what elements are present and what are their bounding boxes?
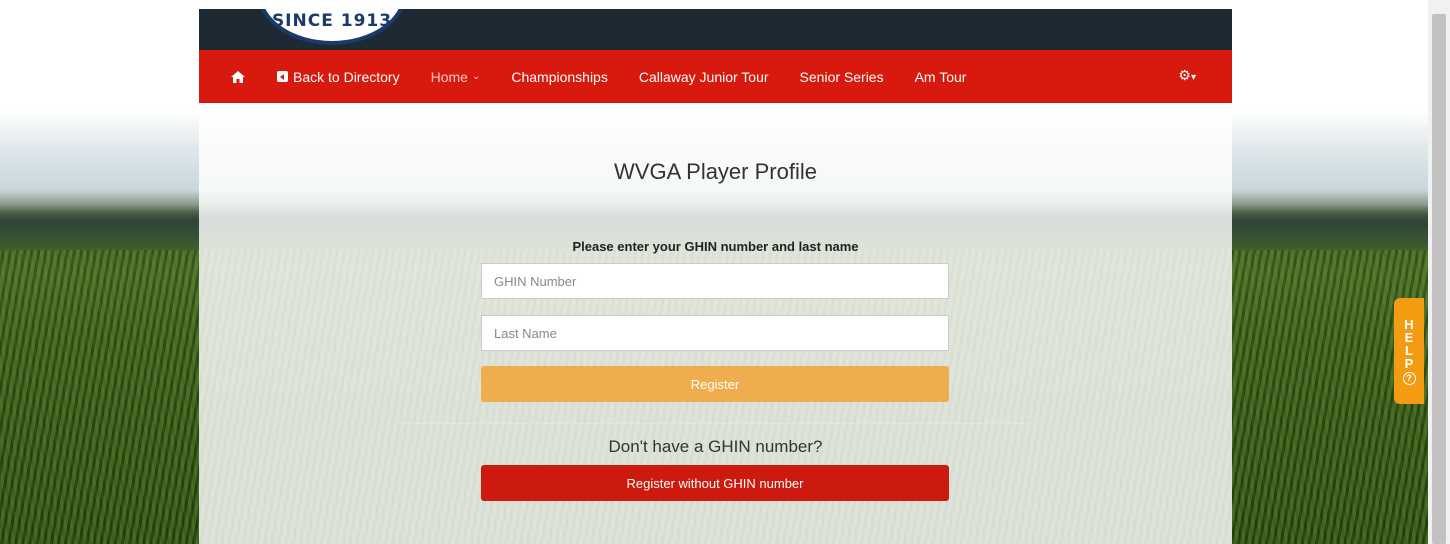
register-button[interactable]: Register bbox=[481, 366, 949, 402]
help-letter: L bbox=[1405, 342, 1413, 358]
home-icon-glyph bbox=[231, 70, 245, 83]
nav-championships-label: Championships bbox=[511, 68, 608, 85]
last-name-input[interactable] bbox=[481, 315, 949, 351]
nav-callaway-junior-tour-label: Callaway Junior Tour bbox=[638, 68, 769, 85]
back-square-icon bbox=[277, 71, 288, 82]
form-instructions: Please enter your GHIN number and last n… bbox=[572, 239, 859, 254]
header-bar: SINCE 1913 bbox=[199, 9, 1232, 50]
nav-home-dropdown[interactable]: Home ⌄ bbox=[431, 69, 481, 85]
nav-back-to-directory-label: Back to Directory bbox=[293, 68, 400, 85]
gears-icon: ⚙ bbox=[1178, 67, 1191, 83]
nav-am-tour[interactable]: Am Tour bbox=[915, 69, 967, 85]
navbar: Back to Directory Home ⌄ Championships C… bbox=[199, 50, 1232, 103]
caret-down-icon: ▾ bbox=[1190, 72, 1196, 83]
main-container: SINCE 1913 Back to Directory Home ⌄ Cham… bbox=[199, 9, 1232, 544]
logo-text: SINCE 1913 bbox=[271, 11, 393, 31]
nav-senior-series[interactable]: Senior Series bbox=[800, 69, 884, 85]
nav-senior-series-label: Senior Series bbox=[799, 68, 884, 85]
help-tab[interactable]: H E L P ? bbox=[1394, 298, 1424, 404]
help-letter: P bbox=[1404, 355, 1414, 371]
page-title: WVGA Player Profile bbox=[614, 159, 817, 184]
register-without-ghin-button[interactable]: Register without GHIN number bbox=[481, 465, 949, 501]
chevron-down-icon: ⌄ bbox=[471, 71, 481, 82]
help-letter: H bbox=[1404, 316, 1414, 332]
divider bbox=[397, 423, 1031, 424]
ghin-number-input[interactable] bbox=[481, 263, 949, 299]
nav-back-to-directory[interactable]: Back to Directory bbox=[277, 69, 400, 85]
question-circle-icon: ? bbox=[1402, 371, 1416, 385]
nav-championships[interactable]: Championships bbox=[511, 69, 608, 85]
profile-panel: WVGA Player Profile Please enter your GH… bbox=[199, 103, 1232, 544]
nav-home-label: Home bbox=[430, 68, 468, 85]
scrollbar-thumb[interactable] bbox=[1432, 14, 1446, 544]
nav-am-tour-label: Am Tour bbox=[914, 68, 967, 85]
logo[interactable]: SINCE 1913 bbox=[257, 9, 407, 45]
settings-dropdown[interactable]: ⚙▾ bbox=[1178, 67, 1196, 84]
home-icon[interactable] bbox=[230, 70, 246, 84]
help-letter: E bbox=[1404, 329, 1414, 345]
scrollbar[interactable] bbox=[1428, 0, 1450, 544]
no-ghin-prompt: Don't have a GHIN number? bbox=[608, 437, 823, 456]
nav-callaway-junior-tour[interactable]: Callaway Junior Tour bbox=[639, 69, 769, 85]
